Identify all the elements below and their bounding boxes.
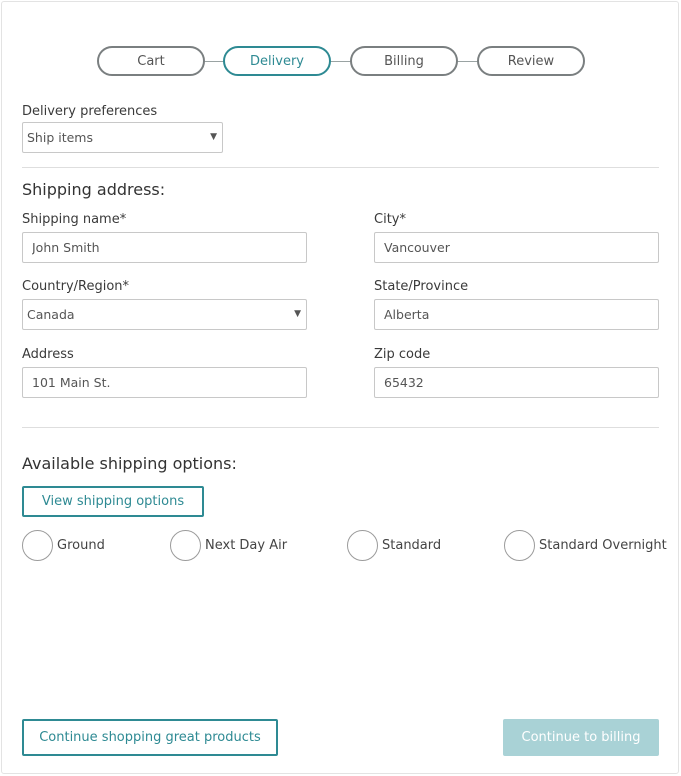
caret-down-icon: ▼ — [210, 132, 217, 142]
radio-button[interactable] — [170, 530, 201, 561]
delivery-preferences-select[interactable]: Ship items ▼ — [22, 122, 223, 153]
radio-label: Standard Overnight — [539, 538, 667, 553]
checkout-stepper: Cart Delivery Billing Review — [97, 46, 585, 77]
step-review[interactable]: Review — [477, 46, 585, 76]
radio-option-standard[interactable]: Standard — [347, 530, 441, 561]
zip-code-input[interactable] — [374, 367, 659, 398]
step-connector — [203, 61, 225, 62]
address-label: Address — [22, 347, 74, 362]
radio-option-standard-overnight[interactable]: Standard Overnight — [504, 530, 667, 561]
shipping-address-title: Shipping address: — [22, 180, 166, 199]
state-province-input[interactable] — [374, 299, 659, 330]
shipping-options-title: Available shipping options: — [22, 454, 237, 473]
city-label: City* — [374, 212, 406, 227]
divider — [22, 167, 659, 168]
country-region-label: Country/Region* — [22, 279, 130, 294]
step-billing[interactable]: Billing — [350, 46, 458, 76]
address-input[interactable] — [22, 367, 307, 398]
step-delivery[interactable]: Delivery — [223, 46, 331, 76]
country-region-value: Canada — [27, 307, 75, 322]
state-province-label: State/Province — [374, 279, 469, 294]
radio-label: Next Day Air — [205, 538, 288, 553]
radio-label: Standard — [382, 538, 442, 553]
radio-label: Ground — [57, 538, 105, 553]
continue-shopping-button[interactable]: Continue shopping great products — [22, 719, 278, 756]
radio-button[interactable] — [504, 530, 535, 561]
shipping-name-label: Shipping name* — [22, 212, 127, 227]
country-region-select[interactable]: Canada ▼ — [22, 299, 307, 330]
shipping-name-input[interactable] — [22, 232, 307, 263]
divider — [22, 427, 659, 428]
delivery-preferences-label: Delivery preferences — [22, 104, 158, 119]
continue-to-billing-button[interactable]: Continue to billing — [503, 719, 659, 756]
zip-code-label: Zip code — [374, 347, 431, 362]
radio-button[interactable] — [347, 530, 378, 561]
view-shipping-options-button[interactable]: View shipping options — [22, 486, 204, 517]
radio-option-ground[interactable]: Ground — [22, 530, 105, 561]
caret-down-icon: ▼ — [294, 309, 301, 319]
radio-option-next-day-air[interactable]: Next Day Air — [170, 530, 287, 561]
city-input[interactable] — [374, 232, 659, 263]
radio-button[interactable] — [22, 530, 53, 561]
step-cart[interactable]: Cart — [97, 46, 205, 76]
delivery-preferences-value: Ship items — [27, 130, 93, 145]
